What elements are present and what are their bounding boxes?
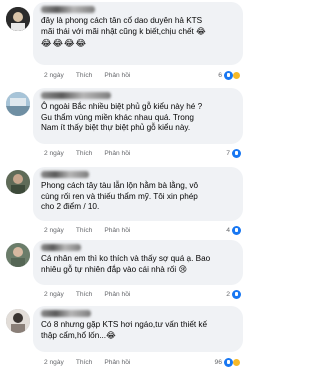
reaction-count[interactable]: 4 [226,226,241,235]
reaction-number: 4 [226,227,230,234]
like-reaction-icon [224,71,233,80]
reply-button[interactable]: Phản hồi [104,291,130,298]
comment-text: Có 8 nhưng gặp KTS hơi ngáo,tư vấn thiết… [41,320,208,340]
reaction-number: 7 [226,150,230,157]
emoji-line: 😂😂😂😂 [41,38,88,49]
commenter-name[interactable] [41,310,91,317]
like-button[interactable]: Thích [76,227,93,234]
like-reaction-icon [232,290,241,299]
comment-actions: 2 ngày Thích Phản hồi [44,72,130,79]
avatar[interactable] [6,243,30,267]
avatar[interactable] [6,170,30,194]
like-reaction-icon [224,358,233,367]
reaction-number: 96 [214,359,222,366]
comment-bubble: Cá nhân em thì ko thích và thấy sợ quá ạ… [33,240,243,285]
reaction-number: 2 [226,291,230,298]
commenter-name[interactable] [41,6,95,13]
comment-actions: 2 ngày Thích Phản hồi [44,227,130,234]
commenter-name[interactable] [41,244,81,251]
haha-reaction-icon [232,71,241,80]
reaction-count[interactable]: 7 [226,149,241,158]
comment-bubble: Ô ngoài Bắc nhiều biệt phủ gỗ kiểu này h… [33,88,243,144]
like-button[interactable]: Thích [76,359,93,366]
reaction-count[interactable]: 96 [214,358,241,367]
reply-button[interactable]: Phản hồi [104,72,130,79]
like-button[interactable]: Thích [76,72,93,79]
reply-button[interactable]: Phản hồi [104,359,130,366]
avatar[interactable] [6,92,30,116]
comment-text: Phong cách tây tàu lẫn lộn hằm bà lằng, … [41,181,199,212]
commenter-name[interactable] [41,171,89,178]
reply-button[interactable]: Phản hồi [104,150,130,157]
avatar[interactable] [6,309,30,333]
reaction-count[interactable]: 6 [218,71,241,80]
like-button[interactable]: Thích [76,291,93,298]
comment-actions: 2 ngày Thích Phản hồi [44,359,130,366]
comment-time[interactable]: 2 ngày [44,150,64,157]
comment-time[interactable]: 2 ngày [44,72,64,79]
comment-time[interactable]: 2 ngày [44,291,64,298]
reply-button[interactable]: Phản hồi [104,227,130,234]
comment-time[interactable]: 2 ngày [44,359,64,366]
comment-time[interactable]: 2 ngày [44,227,64,234]
comment-actions: 2 ngày Thích Phản hồi [44,150,130,157]
like-button[interactable]: Thích [76,150,93,157]
haha-reaction-icon [232,358,241,367]
comment-bubble: Phong cách tây tàu lẫn lộn hằm bà lằng, … [33,167,243,221]
reaction-number: 6 [218,72,222,79]
comment-bubble: đây là phong cách tân cổ dao duyên hả KT… [33,2,243,65]
comment-text: đây là phong cách tân cổ dao duyên hả KT… [41,16,206,36]
like-reaction-icon [232,226,241,235]
commenter-name[interactable] [41,92,111,99]
avatar[interactable] [6,7,30,31]
comment-text: Cá nhân em thì ko thích và thấy sợ quá ạ… [41,254,211,274]
comment-actions: 2 ngày Thích Phản hồi [44,291,130,298]
comment-text: Ô ngoài Bắc nhiều biệt phủ gỗ kiểu này h… [41,102,203,133]
reaction-count[interactable]: 2 [226,290,241,299]
comment-bubble: Có 8 nhưng gặp KTS hơi ngáo,tư vấn thiết… [33,306,243,352]
like-reaction-icon [232,149,241,158]
